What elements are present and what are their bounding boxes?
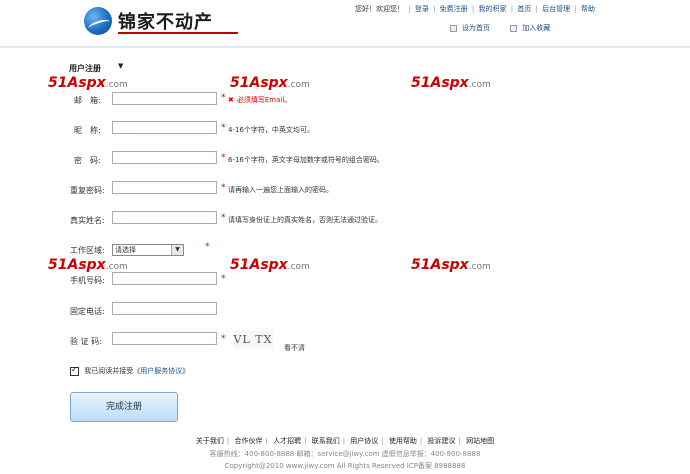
add-favorite-link[interactable]: 加入收藏 [510,24,550,32]
nickname-label: 昵 称: [74,126,101,135]
site-header: 锦家不动产 您好！欢迎您！ | 登录 | 免费注册 | 我的积家 | 首页 | … [0,0,690,48]
phone-input[interactable] [112,302,217,315]
footer-links: 关于我们 | 合作伙伴 | 人才招聘 | 联系我们 | 用户协议 | 使用帮助 | 投诉建议… [195,437,495,445]
captcha-image[interactable]: VL TX [233,331,273,349]
footer-link-jobs[interactable]: 人才招聘 [273,437,301,445]
confirm-password-hint: 请再输入一遍您上面输入的密码。 [228,186,333,194]
email-label: 邮 箱: [74,96,101,105]
footer-link-agreement[interactable]: 用户协议 [350,437,378,445]
chevron-down-icon[interactable]: ▼ [118,62,123,70]
realname-input[interactable] [112,211,217,224]
footer-link-about[interactable]: 关于我们 [196,437,224,445]
nav-admin[interactable]: 后台管理 [542,5,570,13]
user-agreement-link[interactable]: 《用户服务协议》 [133,367,189,375]
set-homepage-link[interactable]: 设为首页 [450,24,490,32]
password-hint: 6-16个字符，英文字母加数字或符号的组合密码。 [228,156,384,164]
required-star: * [221,213,226,223]
site-logo[interactable]: 锦家不动产 [84,6,244,40]
footer-link-contact[interactable]: 联系我们 [312,437,340,445]
footer-link-feedback[interactable]: 投诉建议 [427,437,455,445]
home-icon [450,24,457,32]
nickname-hint: 4-16个字符，中英文均可。 [228,126,314,134]
chevron-down-icon: ▼ [171,245,183,255]
required-star: * [221,334,226,344]
favorite-icon [510,24,518,32]
footer-link-help[interactable]: 使用帮助 [389,437,417,445]
required-star: * [221,123,226,133]
email-input[interactable] [112,92,217,105]
greeting-text: 您好！欢迎您！ [355,5,404,13]
nav-help[interactable]: 帮助 [581,5,595,13]
logo-text: 锦家不动产 [118,12,213,33]
globe-icon [84,7,112,35]
nickname-input[interactable] [112,121,217,134]
region-selected: 请选择 [115,246,136,254]
region-select[interactable]: 请选择 ▼ [112,244,184,256]
nav-login[interactable]: 登录 [415,5,429,13]
required-star: * [205,242,210,252]
password-input[interactable] [112,151,217,164]
footer-link-sitemap[interactable]: 网站地图 [466,437,494,445]
sub-nav: 设为首页 加入收藏 [450,23,568,33]
watermark: 51Aspx.com [48,257,128,273]
footer-contact: 客服热线：400-800-8888 邮箱：service@jiwy.com 虚假… [209,450,481,458]
nav-my-account[interactable]: 我的积家 [478,5,506,13]
mobile-input[interactable] [112,272,217,285]
submit-button[interactable]: 完成注册 [70,392,178,422]
error-icon: ✖ [228,96,234,104]
agree-text: 我已阅读并接受 [84,367,134,375]
captcha-label: 验 证 码: [70,337,102,346]
required-star: * [221,153,226,163]
nav-home[interactable]: 首页 [517,5,531,13]
watermark: 51Aspx.com [411,75,491,91]
confirm-password-label: 重复密码: [70,186,105,195]
top-nav: 您好！欢迎您！ | 登录 | 免费注册 | 我的积家 | 首页 | 后台管理 |… [355,5,595,13]
required-star: * [221,93,226,103]
section-title: 用户注册 [69,64,101,73]
nav-register[interactable]: 免费注册 [440,5,468,13]
watermark: 51Aspx.com [48,75,128,91]
password-label: 密 码: [74,156,101,165]
realname-hint: 请填写身份证上的真实姓名，否则无法通过验证。 [228,216,382,224]
watermark: 51Aspx.com [230,257,310,273]
footer-copyright: Copyright@2010 www.jiwy.com All Rights R… [224,462,466,470]
agree-checkbox[interactable] [70,365,79,376]
realname-label: 真实姓名: [70,216,105,225]
email-error: ✖ 必须填写Email。 [228,96,292,104]
confirm-password-input[interactable] [112,181,217,194]
required-star: * [221,183,226,193]
watermark: 51Aspx.com [411,257,491,273]
captcha-refresh-link[interactable]: 看不清 [284,343,305,353]
watermark: 51Aspx.com [230,75,310,91]
mobile-label: 手机号码: [70,276,105,285]
region-label: 工作区域: [70,246,105,255]
captcha-input[interactable] [112,332,217,345]
phone-label: 固定电话: [70,307,105,316]
required-star: * [221,274,226,284]
logo-underline [118,32,238,34]
footer-link-partners[interactable]: 合作伙伴 [235,437,263,445]
agreement-row: 我已阅读并接受《用户服务协议》 [70,365,189,376]
